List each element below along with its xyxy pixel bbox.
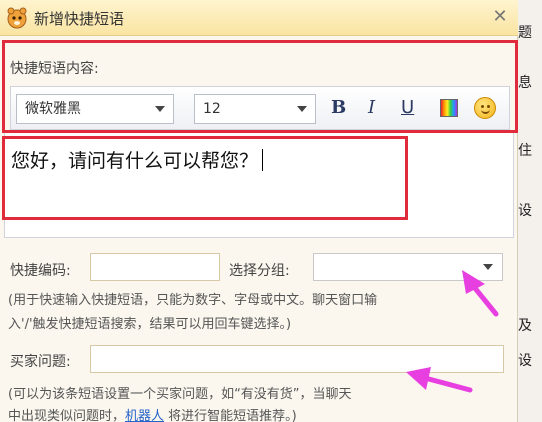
phrase-editor[interactable]: 您好，请问有什么可以帮您？ [4, 132, 514, 238]
group-select-label: 选择分组: [229, 263, 290, 279]
background-window-strip: 题 息 住 设 及 设 [518, 0, 542, 422]
underline-button[interactable]: U [401, 97, 414, 118]
background-text-fragment: 设 [518, 203, 532, 219]
buyer-question-label: 买家问题: [10, 354, 71, 370]
shortcut-hint-line-1: (用于快速输入快捷短语，只能为数字、字母或中文。聊天窗口输 [8, 293, 378, 308]
background-text-fragment: 及 [518, 318, 532, 334]
text-caret [262, 149, 264, 171]
font-family-select[interactable]: 微软雅黑 [16, 94, 174, 124]
app-logo-icon [6, 7, 28, 29]
buyer-hint-line-1: (可以为该条短语设置一个买家问题，如“有没有货”，当聊天 [8, 387, 352, 402]
font-family-value: 微软雅黑 [25, 101, 81, 117]
add-quick-phrase-dialog: 新增快捷短语 ✕ 快捷短语内容: 微软雅黑 12 B I U 您好，请问有什么可… [0, 0, 518, 422]
buyer-hint-line-2: 中出现类似问题时，机器人 将进行智能短语推荐。) [8, 405, 297, 422]
group-select[interactable] [313, 253, 503, 281]
background-text-fragment: 设 [518, 353, 532, 369]
font-size-select[interactable]: 12 [194, 94, 316, 124]
dialog-titlebar[interactable]: 新增快捷短语 ✕ [0, 0, 518, 36]
format-toolbar: 微软雅黑 12 B I U [10, 86, 510, 130]
phrase-text: 您好，请问有什么可以帮您？ [11, 146, 264, 173]
buyer-question-input[interactable] [90, 345, 504, 373]
shortcut-hint-line-2: 入'/'触发快捷短语搜索，结果可以用回车键选择。) [8, 317, 292, 332]
smiley-icon[interactable] [474, 97, 496, 119]
color-palette-icon[interactable] [440, 99, 458, 117]
shortcut-code-label: 快捷编码: [10, 263, 71, 279]
shortcut-code-input[interactable] [90, 253, 220, 281]
phrase-text-content: 您好，请问有什么可以帮您？ [11, 150, 259, 172]
background-text-fragment: 题 [518, 25, 532, 41]
buyer-hint-suffix: 将进行智能短语推荐。) [164, 409, 297, 422]
close-icon[interactable]: ✕ [490, 6, 510, 28]
chevron-down-icon [483, 264, 493, 270]
background-text-fragment: 住 [518, 143, 532, 159]
dialog-title: 新增快捷短语 [34, 10, 125, 28]
robot-link[interactable]: 机器人 [125, 409, 164, 422]
bold-button[interactable]: B [331, 97, 346, 118]
buyer-hint-prefix: 中出现类似问题时， [8, 409, 126, 422]
background-text-fragment: 息 [518, 75, 532, 91]
phrase-content-label: 快捷短语内容: [10, 61, 99, 77]
font-size-value: 12 [203, 101, 221, 117]
chevron-down-icon [297, 106, 307, 112]
chevron-down-icon [155, 106, 165, 112]
italic-button[interactable]: I [368, 97, 375, 118]
